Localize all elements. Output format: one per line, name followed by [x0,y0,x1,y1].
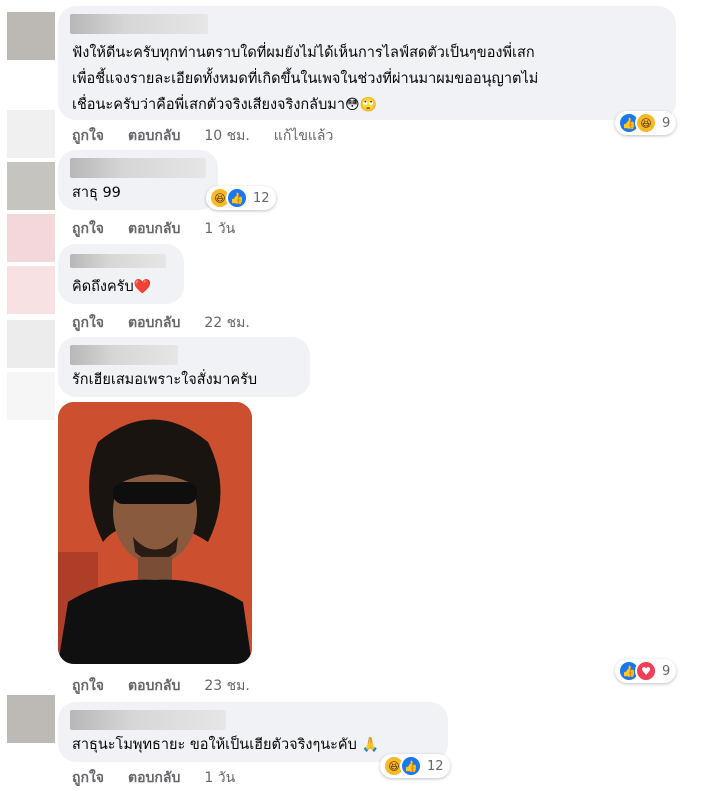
heart-emoji: ❤️ [133,279,152,295]
commenter-name[interactable] [70,710,226,730]
reaction-count: 9 [662,115,671,131]
avatar [7,372,55,420]
reply-button[interactable]: ตอบกลับ [128,315,180,331]
like-button[interactable]: ถูกใจ [72,221,104,237]
like-button[interactable]: ถูกใจ [72,128,104,144]
comment-actions: ถูกใจ ตอบกลับ 23 ชม. [72,675,274,697]
comment-actions: ถูกใจ ตอบกลับ 10 ชม. แก้ไขแล้ว [72,125,357,147]
avatar [7,110,55,158]
comment-bubble: คิดถึงครับ❤️ [58,244,184,304]
timestamp[interactable]: 23 ชม. [204,678,249,694]
comment-bubble: สาธุนะโมพุทธายะ ขอให้เป็นเฮียตัวจริงๆนะค… [58,702,448,762]
like-button[interactable]: ถูกใจ [72,770,104,786]
comment-text-line: คิดถึงครับ❤️ [72,274,151,300]
pray-emoji: 🙏 [361,737,379,753]
timestamp[interactable]: 1 วัน [204,770,235,786]
reply-button[interactable]: ตอบกลับ [128,770,180,786]
like-button[interactable]: ถูกใจ [72,678,104,694]
reaction-count: 12 [253,190,270,206]
reaction-summary[interactable]: 😆 👍 12 [206,186,276,210]
commenter-name[interactable] [70,254,166,268]
reply-button[interactable]: ตอบกลับ [128,221,180,237]
comment-text: สาธุนะโมพุทธายะ ขอให้เป็นเฮียตัวจริงๆนะค… [72,737,357,753]
reaction-summary[interactable]: 😆 👍 12 [380,754,450,778]
timestamp[interactable]: 22 ชม. [204,315,249,331]
reaction-count: 9 [662,663,671,679]
reply-button[interactable]: ตอบกลับ [128,128,180,144]
avatar [7,214,55,262]
person-silhouette-image [58,402,252,664]
avatar[interactable] [7,162,55,210]
comment-text-line: สาธุนะโมพุทธายะ ขอให้เป็นเฮียตัวจริงๆนะค… [72,732,379,758]
avatar[interactable] [7,12,55,60]
comment-text: สาธุ 99 [72,185,121,201]
avatar[interactable] [7,695,55,743]
commenter-name[interactable] [70,345,178,365]
comment-bubble: รักเฮียเสมอเพราะใจสั่งมาครับ [58,337,310,397]
timestamp[interactable]: 1 วัน [204,221,235,237]
like-icon: 👍 [226,187,248,209]
reaction-summary[interactable]: 👍 😆 9 [615,111,677,135]
comment-text: รักเฮียเสมอเพราะใจสั่งมาครับ [72,372,258,388]
reaction-count: 12 [427,758,444,774]
comment-text-line: ฟังให้ดีนะครับทุกท่านตราบใดที่ผมยังไม่ได… [72,45,535,61]
comment-bubble: ฟังให้ดีนะครับทุกท่านตราบใดที่ผมยังไม่ได… [58,6,676,120]
haha-icon: 😆 [635,112,657,134]
avatar [7,320,55,368]
avatar[interactable] [7,266,55,314]
like-button[interactable]: ถูกใจ [72,315,104,331]
like-icon: 👍 [400,755,422,777]
edited-label[interactable]: แก้ไขแล้ว [274,128,334,144]
comment-actions: ถูกใจ ตอบกลับ 22 ชม. [72,312,274,334]
timestamp[interactable]: 10 ชม. [204,128,249,144]
comment-text: เชื่อนะครับว่าคือพี่เสกตัวจริงเสียงจริงก… [72,97,345,113]
reply-button[interactable]: ตอบกลับ [128,678,180,694]
reaction-summary[interactable]: 👍 ♥ 9 [615,659,677,683]
love-icon: ♥ [635,660,657,682]
comment-text-line: เพื่อชี้แจงรายละเอียดทั้งหมดที่เกิดขึ้นใ… [72,71,539,87]
comment-actions: ถูกใจ ตอบกลับ 1 วัน [72,767,259,789]
emoji: 😳🙄 [344,97,378,113]
comment-bubble: สาธุ 99 [58,150,218,210]
comment-actions: ถูกใจ ตอบกลับ 1 วัน [72,218,259,240]
comment-text-line: เชื่อนะครับว่าคือพี่เสกตัวจริงเสียงจริงก… [72,92,377,118]
commenter-name[interactable] [70,158,206,178]
attached-photo[interactable] [58,402,252,664]
comment-text: คิดถึงครับ [72,279,134,295]
commenter-name[interactable] [70,14,208,34]
